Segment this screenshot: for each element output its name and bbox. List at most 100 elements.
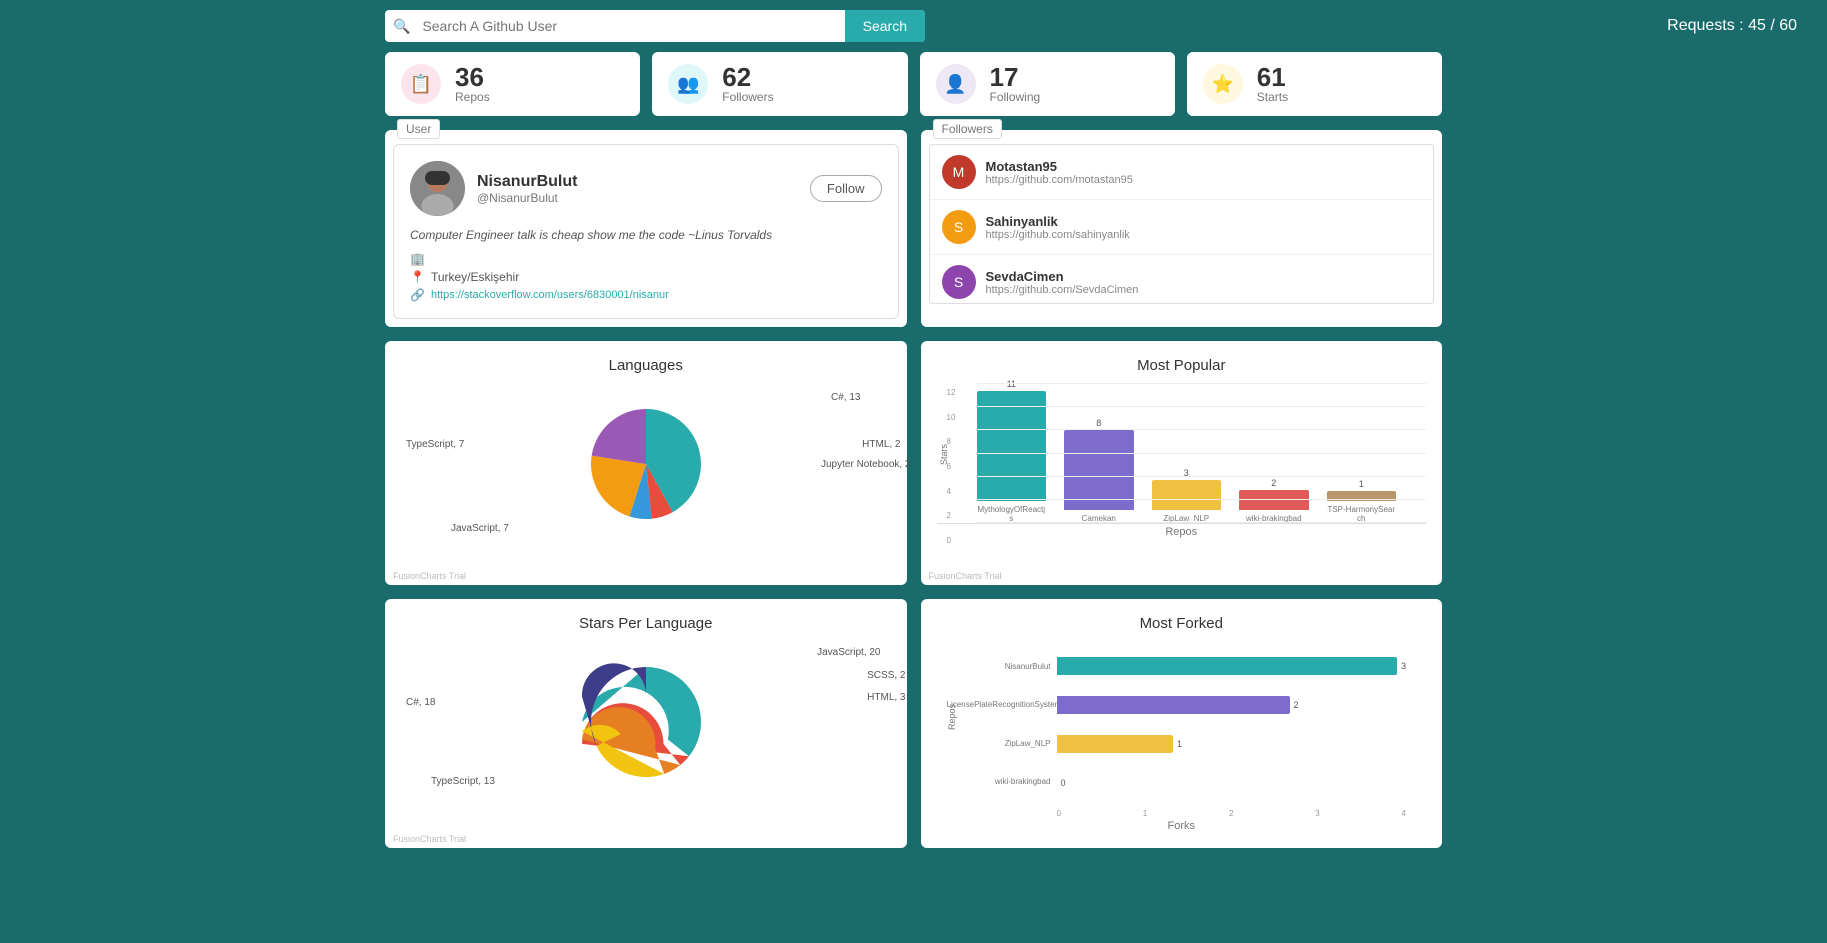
donut-label: SCSS, 2: [867, 670, 905, 681]
mf-bar-value: 0: [1061, 778, 1066, 788]
stats-row: 📋 36 Repos 👥 62 Followers 👤 17 Following…: [0, 52, 1827, 130]
location-icon: 📍: [410, 270, 425, 284]
list-item: S SevdaCimen https://github.com/SevdaCim…: [930, 255, 1434, 304]
user-section-label: User: [397, 119, 440, 139]
mf-bar-value: 3: [1401, 661, 1406, 671]
pie-label: JavaScript, 7: [451, 523, 509, 534]
donut-label: HTML, 3: [867, 692, 905, 703]
pie-label: Jupyter Notebook, 2: [821, 459, 911, 470]
mf-bar-row: 0: [1057, 772, 1407, 794]
mf-bar-row: 3: [1057, 655, 1407, 677]
grid-line: [977, 476, 1427, 477]
charts-row-2: Stars Per Language JavaScript, 20SCSS, 2…: [0, 599, 1827, 862]
donut-label: JavaScript, 20: [817, 647, 880, 658]
follower-name: SevdaCimen: [986, 269, 1139, 284]
user-stackoverflow-link[interactable]: https://stackoverflow.com/users/6830001/…: [431, 289, 669, 301]
user-section: User NisanurBul: [385, 130, 907, 327]
search-input[interactable]: [418, 12, 844, 40]
repos-y-label: Repos: [947, 703, 957, 729]
most-forked-container: Repos NisanurBulut LicensePlateRecognitio…: [937, 642, 1427, 832]
followers-label: Followers: [722, 90, 773, 104]
mf-bar-value: 1: [1177, 739, 1182, 749]
stat-card-following: 👤 17 Following: [920, 52, 1175, 116]
x-axis-label: Repos: [937, 526, 1427, 538]
stars-number: 61: [1257, 64, 1288, 90]
stars-icon: ⭐: [1203, 64, 1243, 104]
mf-y-label: wiki-brakingbad: [947, 771, 1057, 793]
stat-card-repos: 📋 36 Repos: [385, 52, 640, 116]
mf-bar: [1057, 735, 1174, 753]
stat-card-stars: ⭐ 61 Starts: [1187, 52, 1442, 116]
mf-y-label: NisanurBulut: [947, 656, 1057, 678]
requests-label: Requests : 45 / 60: [1667, 17, 1797, 35]
languages-fusion-credit: FusionCharts Trial: [393, 571, 466, 581]
stars-label: Starts: [1257, 90, 1288, 104]
followers-number: 62: [722, 64, 773, 90]
user-location-item: 📍 Turkey/Eskişehir: [410, 270, 882, 284]
languages-pie-svg: [586, 404, 706, 524]
charts-row-1: Languages C#, 13 HTML, 2 Jupyter Notebook,…: [0, 341, 1827, 599]
avatar-image: [410, 161, 465, 216]
most-forked-card: Most Forked Repos NisanurBulutLicensePla…: [921, 599, 1443, 848]
mf-bar: [1057, 696, 1290, 714]
grid-line: [977, 383, 1427, 384]
most-popular-fusion-credit: FusionCharts Trial: [929, 571, 1002, 581]
donut-container: JavaScript, 20SCSS, 2HTML, 3TypeScript, …: [401, 642, 891, 802]
user-card: NisanurBulut @NisanurBulut Follow Comput…: [393, 144, 899, 319]
list-item: S Sahinyanlik https://github.com/sahinya…: [930, 200, 1434, 255]
pie-label: TypeScript, 7: [406, 439, 464, 450]
donut-label: TypeScript, 13: [431, 776, 495, 787]
follower-avatar: M: [942, 155, 976, 189]
following-number: 17: [990, 64, 1041, 90]
mf-x-tick: 2: [1229, 809, 1233, 818]
top-bar: 🔍 Search Requests : 45 / 60: [0, 0, 1827, 52]
mf-x-tick: 4: [1402, 809, 1406, 818]
repos-number: 36: [455, 64, 490, 90]
follow-button[interactable]: Follow: [810, 175, 882, 202]
pie-label: HTML, 2: [862, 439, 900, 450]
mf-bar-row: 2: [1057, 694, 1407, 716]
stat-card-followers: 👥 62 Followers: [652, 52, 907, 116]
grid-line: [977, 406, 1427, 407]
grid-line: [977, 499, 1427, 500]
grid-line: [977, 522, 1427, 523]
follower-url: https://github.com/sahinyanlik: [986, 229, 1130, 241]
user-bio: Computer Engineer talk is cheap show me …: [410, 228, 882, 242]
followers-icon: 👥: [668, 64, 708, 104]
search-button[interactable]: Search: [845, 10, 925, 42]
building-icon: 🏢: [410, 252, 425, 266]
stars-per-language-card: Stars Per Language JavaScript, 20SCSS, 2…: [385, 599, 907, 848]
user-company-item: 🏢: [410, 252, 882, 266]
user-details: NisanurBulut @NisanurBulut: [477, 173, 798, 205]
follower-avatar: S: [942, 210, 976, 244]
followers-section-label: Followers: [933, 119, 1002, 139]
search-icon: 🔍: [385, 12, 418, 41]
bar-chart-area: 11MythologyOfReactjs8Camekan3ZipLaw_NLP2…: [937, 384, 1427, 524]
mf-x-tick: 0: [1057, 809, 1061, 818]
follower-url: https://github.com/motastan95: [986, 174, 1133, 186]
user-stackoverflow-item: 🔗 https://stackoverflow.com/users/683000…: [410, 288, 882, 302]
mf-y-label: ZipLaw_NLP: [947, 733, 1057, 755]
follower-avatar: S: [942, 265, 976, 299]
list-item: M Motastan95 https://github.com/motastan…: [930, 145, 1434, 200]
grid-line: [977, 429, 1427, 430]
repos-icon: 📋: [401, 64, 441, 104]
languages-chart-title: Languages: [401, 357, 891, 374]
mf-bar-value: 2: [1294, 700, 1299, 710]
user-location: Turkey/Eskişehir: [431, 270, 519, 284]
mf-bar-row: 1: [1057, 733, 1407, 755]
followers-list[interactable]: M Motastan95 https://github.com/motastan…: [929, 144, 1435, 304]
stars-y-label: Stars: [939, 444, 949, 465]
search-container: 🔍 Search: [385, 10, 925, 42]
mf-y-label: LicensePlateRecognitionSystem: [947, 694, 1057, 716]
pie-label: C#, 13: [831, 392, 860, 403]
follower-name: Motastan95: [986, 159, 1133, 174]
avatar: [410, 161, 465, 216]
follower-url: https://github.com/SevdaCimen: [986, 284, 1139, 296]
donut-svg: [581, 657, 711, 787]
followers-section: Followers M Motastan95 https://github.co…: [921, 130, 1443, 327]
donut-label: C#, 18: [406, 697, 435, 708]
link-icon: 🔗: [410, 288, 425, 302]
repos-label: Repos: [455, 90, 490, 104]
mf-x-tick: 1: [1143, 809, 1147, 818]
